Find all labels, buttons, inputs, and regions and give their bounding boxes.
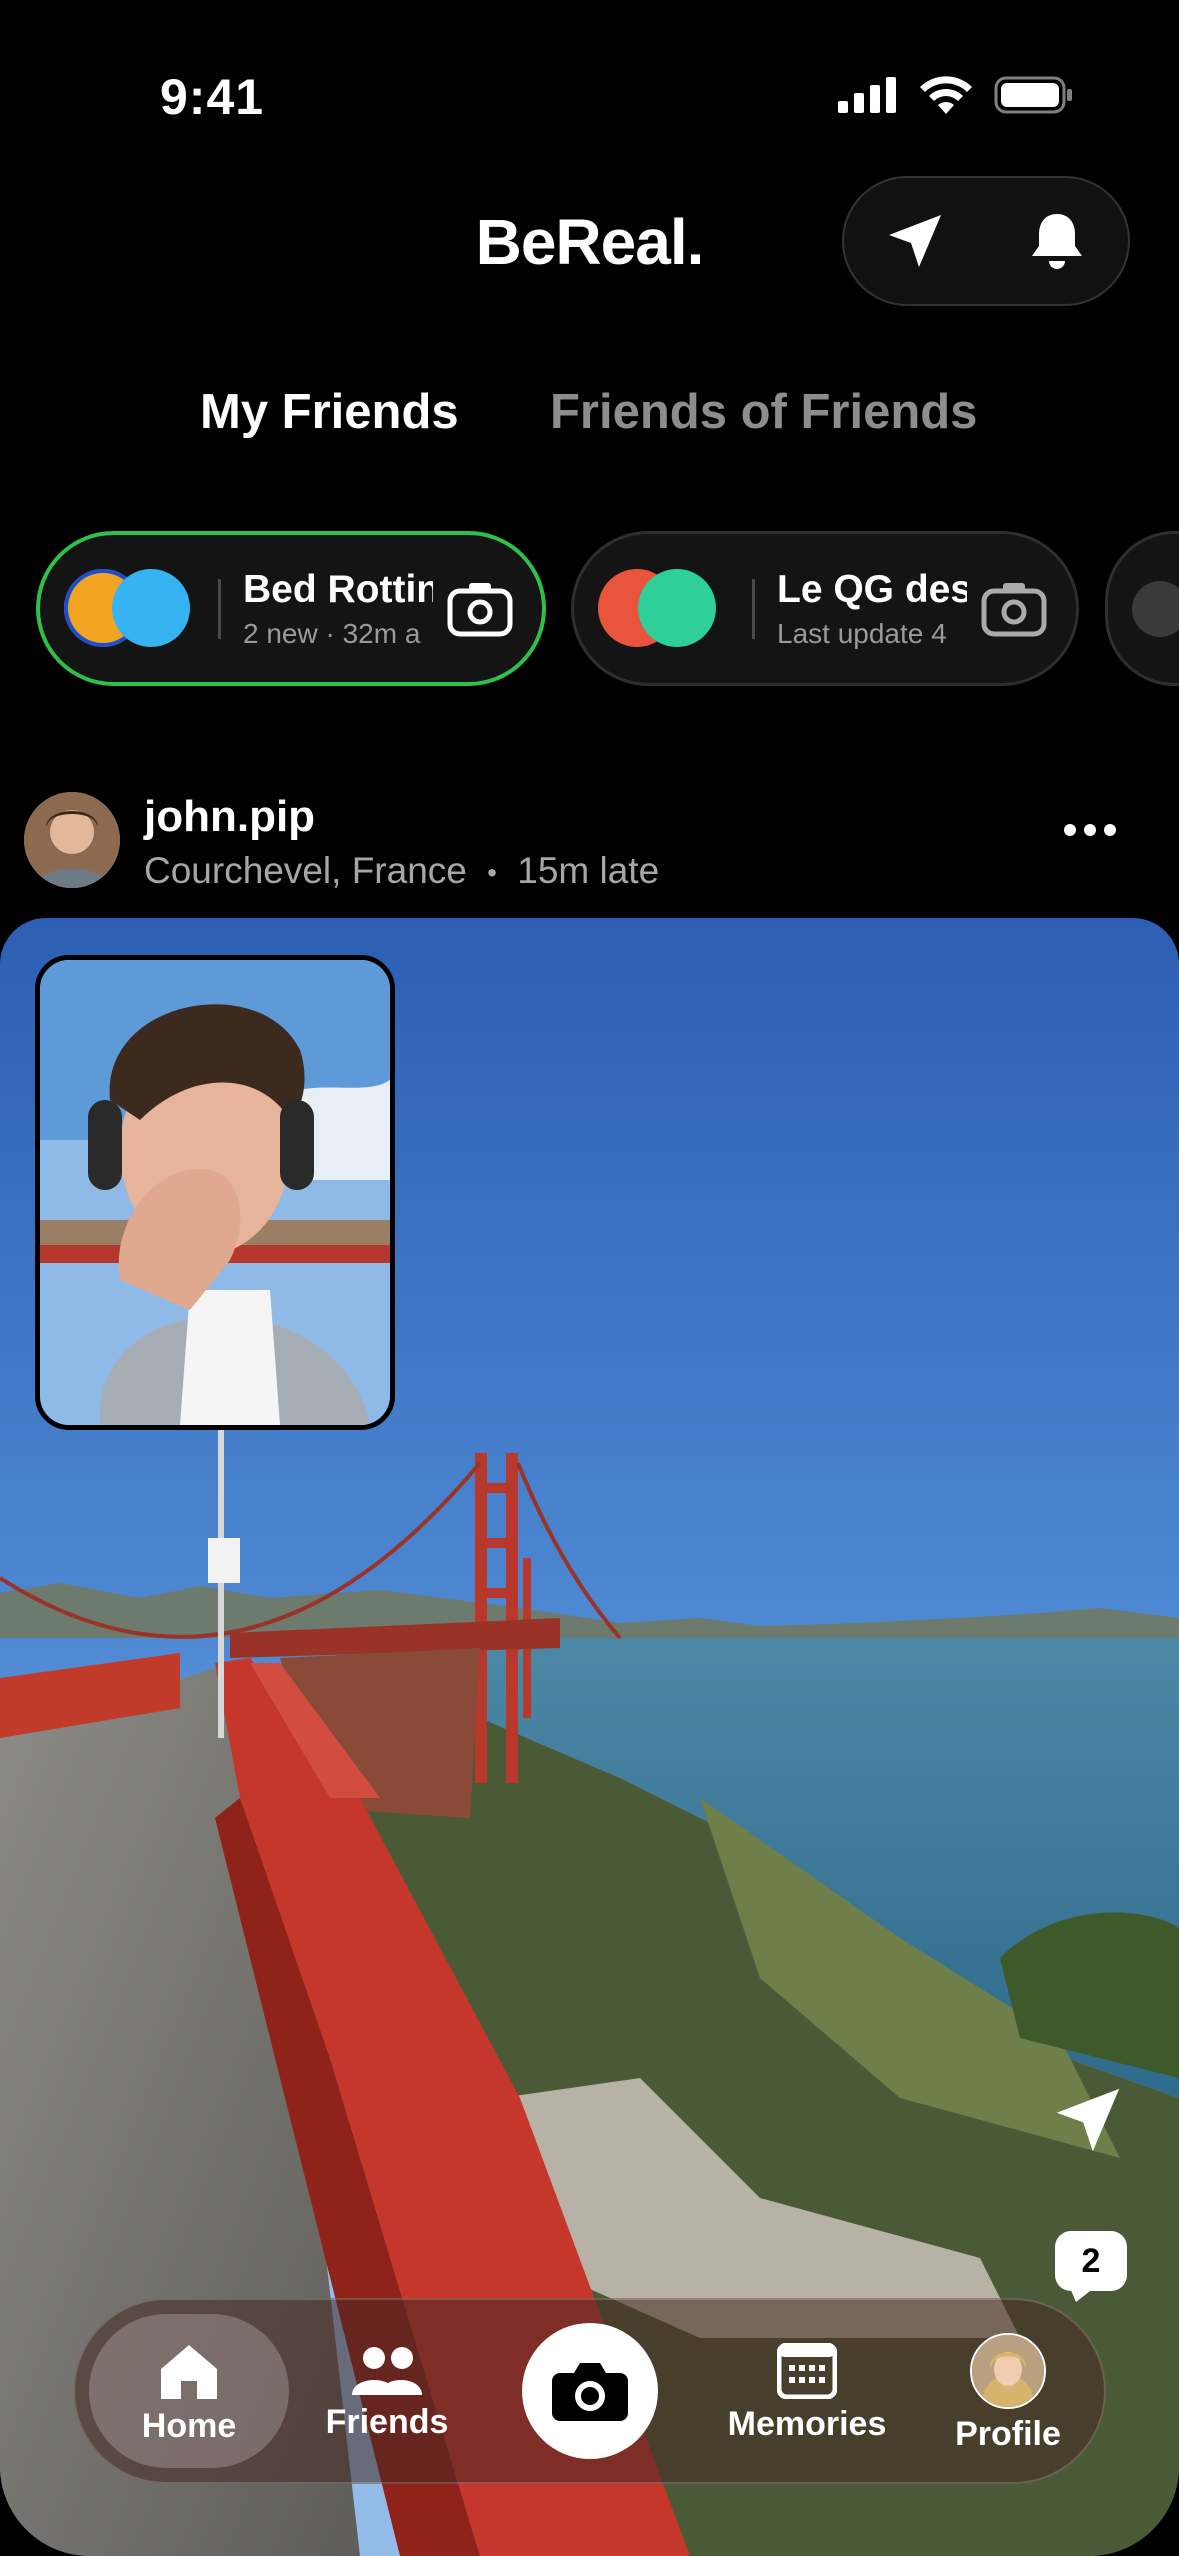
- cellular-icon: [838, 77, 896, 113]
- send-icon: [889, 215, 941, 267]
- camera-icon: [447, 582, 513, 636]
- group-name: Bed Rottin: [243, 567, 433, 611]
- post-username[interactable]: john.pip: [144, 792, 315, 842]
- nav-home-label: Home: [141, 2406, 237, 2445]
- dot: [1104, 824, 1116, 836]
- nav-profile-label: Profile: [955, 2414, 1061, 2453]
- chip-divider: [218, 578, 221, 639]
- group-avatars: [598, 568, 748, 649]
- nav-memories-label: Memories: [727, 2404, 887, 2443]
- comment-count-badge[interactable]: 2: [1055, 2231, 1127, 2291]
- more-options-button[interactable]: [1064, 824, 1116, 836]
- profile-avatar: [970, 2332, 1046, 2409]
- nav-memories[interactable]: Memories: [697, 2300, 917, 2486]
- nav-friends[interactable]: Friends: [297, 2300, 477, 2486]
- post-lateness: 15m late: [517, 850, 660, 891]
- tab-friends-of-friends[interactable]: Friends of Friends: [550, 384, 977, 440]
- camera-icon: [552, 2363, 628, 2421]
- nav-home[interactable]: Home: [89, 2300, 289, 2486]
- header-actions: [842, 176, 1130, 306]
- nav-profile[interactable]: Profile: [913, 2300, 1103, 2486]
- group-subtitle: Last update 4: [777, 617, 947, 649]
- group-chip-le-qg[interactable]: Le QG des Last update 4: [571, 531, 1079, 686]
- share-icon[interactable]: [1052, 2084, 1124, 2156]
- dot: [1084, 824, 1096, 836]
- group-chip-more[interactable]: [1105, 531, 1179, 686]
- post-meta: Courchevel, France • 15m late: [144, 850, 659, 892]
- group-chip-bed-rottin[interactable]: Bed Rottin 2 new · 32m a: [36, 531, 546, 686]
- friends-icon: [352, 2346, 422, 2395]
- home-icon: [161, 2344, 217, 2399]
- status-icons: [838, 76, 1074, 114]
- capture-button[interactable]: [522, 2323, 658, 2459]
- member-dot: [112, 568, 190, 647]
- chip-divider: [752, 578, 755, 639]
- battery-icon: [994, 76, 1072, 114]
- camera-icon: [981, 582, 1047, 636]
- selfie-photo[interactable]: [35, 955, 395, 1430]
- member-dot: [638, 568, 716, 647]
- post-avatar[interactable]: [24, 792, 120, 888]
- meta-separator: •: [487, 857, 497, 889]
- group-avatars: [64, 568, 214, 649]
- group-subtitle: 2 new · 32m a: [243, 617, 421, 649]
- calendar-icon: [777, 2342, 837, 2399]
- group-name: Le QG des: [777, 567, 967, 611]
- post-location: Courchevel, France: [144, 850, 467, 891]
- notifications-button[interactable]: [1017, 201, 1097, 281]
- wifi-icon: [920, 76, 972, 114]
- member-dot: [1132, 580, 1179, 637]
- dot: [1064, 824, 1076, 836]
- bottom-navigation: Home Friends Memories Profile: [73, 2298, 1106, 2484]
- send-button[interactable]: [875, 201, 955, 281]
- status-time: 9:41: [160, 69, 265, 125]
- phone-screen: 9:41 BeReal. My Friends Friends of Frien…: [0, 0, 1179, 2556]
- nav-friends-label: Friends: [325, 2402, 449, 2441]
- tab-my-friends[interactable]: My Friends: [200, 384, 459, 440]
- bell-icon: [1032, 214, 1082, 269]
